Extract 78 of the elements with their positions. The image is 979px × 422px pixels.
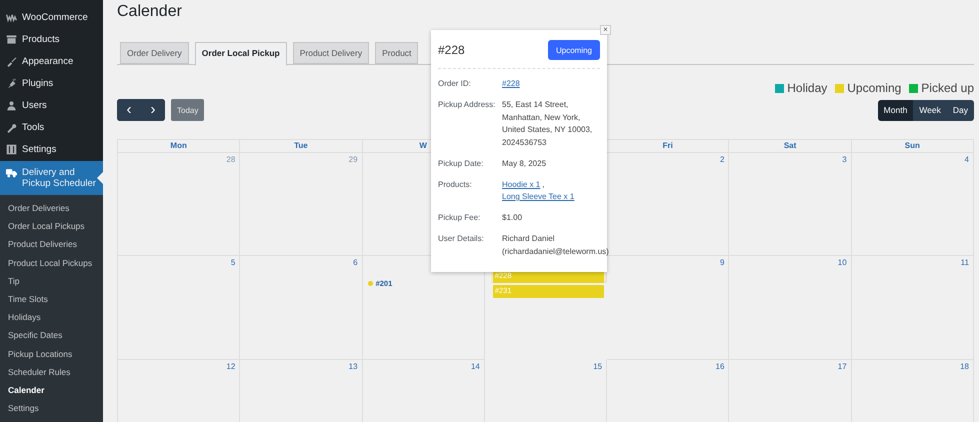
menu-item[interactable]: Products <box>0 28 103 50</box>
field-value: $1.00 <box>502 213 522 222</box>
popover-title: #228 <box>438 43 465 57</box>
submenu-item[interactable]: Specific Dates <box>0 326 103 344</box>
user-icon <box>6 100 17 110</box>
plug-icon <box>6 78 17 88</box>
weekday-header: Fri <box>662 141 673 150</box>
day-number: 14 <box>470 362 480 371</box>
legend-label: Upcoming <box>847 81 902 95</box>
day-number: 3 <box>842 155 847 164</box>
day-number: 11 <box>960 258 969 267</box>
field-label: Products: <box>438 178 473 190</box>
submenu-item[interactable]: Order Deliveries <box>0 199 103 218</box>
field-label: Pickup Date: <box>438 158 484 170</box>
truck-icon <box>6 167 17 178</box>
day-number: 4 <box>964 155 969 164</box>
field-value: Richard Daniel (richardadaniel@teleworm.us) <box>502 234 609 256</box>
weekday-header: Tue <box>294 141 308 150</box>
menu-item[interactable]: Users <box>0 94 103 116</box>
weekday-header: Sat <box>784 141 796 150</box>
field-label: Pickup Fee: <box>438 212 482 224</box>
page-title: Calender <box>117 2 183 22</box>
submenu-item[interactable]: Scheduler Rules <box>0 362 103 381</box>
menu-item[interactable]: Tools <box>0 116 103 138</box>
sliders-icon <box>6 144 17 154</box>
separator: , <box>542 180 544 188</box>
weekday-header: Sun <box>904 141 920 150</box>
submenu-item[interactable]: Pickup Locations <box>0 344 103 363</box>
tab[interactable]: Product <box>375 42 418 64</box>
weekday-header: Mon <box>170 141 187 150</box>
view-button[interactable]: Day <box>946 100 974 120</box>
field-label: Pickup Address: <box>438 99 496 111</box>
menu-item[interactable]: Delivery and Pickup Scheduler <box>0 161 103 195</box>
field-link[interactable]: Hoodie x 1 <box>502 178 540 191</box>
day-number: 5 <box>230 258 236 267</box>
day-number: 16 <box>716 362 724 371</box>
menu-item[interactable]: Appearance <box>0 50 103 72</box>
archive-icon <box>6 34 17 44</box>
legend-label: Picked up <box>921 81 974 95</box>
day-number: 9 <box>720 258 724 267</box>
menu-item[interactable]: Plugins <box>0 72 103 94</box>
day-number: 29 <box>348 155 358 164</box>
field-value: May 8, 2025 <box>502 158 546 168</box>
close-button[interactable]: × <box>600 25 611 35</box>
view-button[interactable]: Week <box>913 100 947 120</box>
legend-label: Holiday <box>787 81 828 95</box>
submenu-item[interactable]: Holidays <box>0 308 103 326</box>
day-number: 18 <box>960 362 969 371</box>
day-number: 17 <box>838 362 847 371</box>
day-number: 6 <box>353 258 358 267</box>
day-number: 28 <box>226 155 236 164</box>
day-number: 10 <box>838 258 847 267</box>
field-link[interactable]: #228 <box>502 78 520 90</box>
field-label: User Details: <box>438 233 485 245</box>
submenu-item[interactable]: Tip <box>0 272 103 290</box>
tab[interactable]: Order Delivery <box>120 42 189 64</box>
submenu-item[interactable]: Settings <box>0 399 103 418</box>
weekday-header: W <box>419 141 427 150</box>
field-value: 55, East 14 Street, Manhattan, New York, United States, NY 10003, 2024536753 <box>502 100 592 146</box>
w-logo-icon <box>6 12 17 22</box>
submenu-item[interactable]: Product Local Pickups <box>0 254 103 272</box>
today-button[interactable]: Today <box>171 99 204 121</box>
tab[interactable]: Product Delivery <box>292 42 370 64</box>
view-button[interactable]: Month <box>878 100 914 120</box>
tab[interactable]: Order Local Pickup <box>194 42 287 66</box>
menu-item[interactable]: WooCommerce <box>0 6 103 28</box>
day-number: 12 <box>226 362 236 371</box>
day-number: 2 <box>720 155 724 164</box>
submenu-item[interactable]: Product Deliveries <box>0 235 103 254</box>
status-button[interactable]: Upcoming <box>548 40 600 60</box>
submenu-item[interactable]: Calender <box>0 380 103 400</box>
submenu-item[interactable]: Time Slots <box>0 290 103 308</box>
day-number: 15 <box>593 362 602 371</box>
field-label: Order ID: <box>438 78 472 90</box>
field-link[interactable]: Long Sleeve Tee x 1 <box>502 191 574 204</box>
day-number: 13 <box>348 362 358 371</box>
submenu-item[interactable]: Order Local Pickups <box>0 217 103 236</box>
menu-item[interactable]: Settings <box>0 138 103 160</box>
